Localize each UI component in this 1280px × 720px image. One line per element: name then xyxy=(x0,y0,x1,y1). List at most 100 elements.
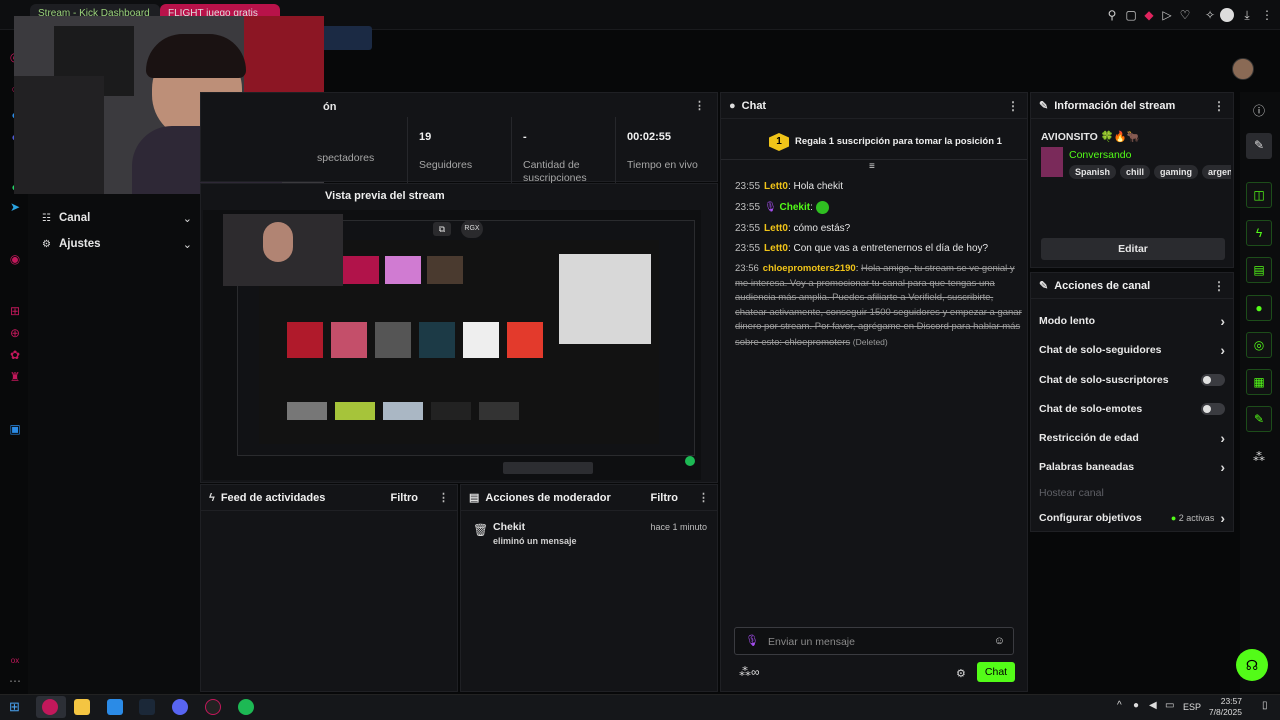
category-thumbnail xyxy=(1041,147,1063,177)
panel-title: Acciones de canal xyxy=(1054,279,1151,292)
nav-item-ajustes[interactable]: ⚙ Ajustes ⌄ xyxy=(42,235,192,253)
clock[interactable]: 23:57 7/8/2025 xyxy=(1206,696,1242,718)
filter-button[interactable]: Filtro xyxy=(391,492,419,504)
camera-icon[interactable]: ◫ xyxy=(1246,182,1272,208)
steam-icon[interactable] xyxy=(139,699,155,715)
windows-start-icon[interactable]: ⊞ xyxy=(9,699,25,715)
edit-button[interactable]: Editar xyxy=(1041,238,1225,260)
stream-video[interactable]: ⧉ RGX xyxy=(203,210,701,480)
notification-icon[interactable]: ▯ xyxy=(1262,700,1268,711)
emotes-only-toggle[interactable] xyxy=(1201,403,1225,415)
mic-icon[interactable]: ● xyxy=(1133,700,1139,711)
chat-input[interactable]: 🎙 Enviar un mensaje ☺ xyxy=(734,627,1014,655)
document-icon[interactable]: ▤ xyxy=(1246,257,1272,283)
gift-banner[interactable]: Regala 1 suscripción para tomar la posic… xyxy=(795,136,1002,147)
lightning-icon[interactable]: ϟ xyxy=(1246,220,1272,246)
kebab-icon[interactable]: ⋮ xyxy=(438,491,449,504)
tray-chevron-icon[interactable]: ^ xyxy=(1117,700,1122,711)
nav-item-canal[interactable]: ☷ Canal ⌄ xyxy=(42,209,192,227)
support-icon[interactable]: ☊ xyxy=(1236,649,1268,681)
screenshot-icon[interactable]: ▢ xyxy=(1124,8,1138,22)
heart-icon[interactable]: ♡ xyxy=(1178,8,1192,22)
opera-icon[interactable] xyxy=(42,699,58,715)
filter-button[interactable]: Filtro xyxy=(651,492,679,504)
category-name[interactable]: Conversando xyxy=(1069,149,1131,161)
album-row xyxy=(287,402,557,420)
emoji-icon[interactable]: ☺ xyxy=(994,635,1005,647)
kebab-icon[interactable]: ⋮ xyxy=(698,491,709,504)
popout-icon[interactable]: ⧉ xyxy=(433,222,451,236)
app-icon[interactable]: ⊞ xyxy=(8,304,22,318)
app-icon[interactable]: ▣ xyxy=(8,422,22,436)
stat-live-time: 00:02:55 Tiempo en vivo xyxy=(617,93,717,183)
info-icon[interactable]: ⓘ xyxy=(1253,102,1265,119)
discord-icon[interactable] xyxy=(172,699,188,715)
age-restriction-row[interactable]: Restricción de edad › xyxy=(1039,428,1225,448)
banned-words-row[interactable]: Palabras baneadas › xyxy=(1039,457,1225,477)
broadcast-icon[interactable]: ◎ xyxy=(1246,332,1272,358)
language-indicator[interactable]: ESP xyxy=(1183,702,1201,712)
collapse-icon[interactable]: ≡ xyxy=(869,161,875,172)
store-icon[interactable] xyxy=(107,699,123,715)
chat-message-deleted[interactable]: 23:56 chloepromoters2190: Hola amigo, tu … xyxy=(735,262,1025,351)
stream-title: AVIONSITO 🍀🔥🐂 xyxy=(1041,131,1140,143)
network-icon[interactable]: ▭ xyxy=(1165,700,1174,711)
overlay-badge: RGX xyxy=(461,220,483,238)
app-icon[interactable]: ✿ xyxy=(8,348,22,362)
pencil-icon[interactable]: ✎ xyxy=(1246,133,1272,159)
pocket-icon[interactable]: ◆ xyxy=(1142,8,1156,22)
chat-message[interactable]: 23:55 Lett0: Hola chekit xyxy=(735,179,1025,194)
chat-message[interactable]: 23:55 Lett0: cómo estás? xyxy=(735,221,1025,236)
stat-label: Tiempo en vivo xyxy=(627,159,698,171)
app-icon[interactable]: ◉ xyxy=(8,252,22,266)
layout-icon[interactable]: ▦ xyxy=(1246,369,1272,395)
subscribers-only-toggle[interactable] xyxy=(1201,374,1225,386)
play-icon[interactable]: ▷ xyxy=(1160,8,1174,22)
chat-message[interactable]: 23:55 🎙 Chekit: xyxy=(735,200,1025,215)
moderator-actions-panel: ▤ Acciones de moderador Filtro ⋮ 🗑 Cheki… xyxy=(460,484,718,692)
subscribers-only-row[interactable]: Chat de solo-suscriptores xyxy=(1039,370,1225,390)
volume-icon[interactable]: ◀ xyxy=(1149,700,1157,711)
lightning-icon: ϟ xyxy=(209,491,215,504)
chevron-right-icon: › xyxy=(1220,342,1225,358)
gear-icon[interactable]: ⚙ xyxy=(956,667,966,680)
mic-icon: 🎙 xyxy=(745,635,759,647)
points-icon[interactable]: ⁂ xyxy=(1253,450,1265,464)
kebab-icon[interactable]: ⋮ xyxy=(1007,99,1019,113)
folder-icon[interactable] xyxy=(74,699,90,715)
app-icon[interactable]: ⊕ xyxy=(8,326,22,340)
app-icon[interactable]: ox xyxy=(8,654,22,668)
kebab-icon[interactable]: ⋮ xyxy=(1213,279,1225,293)
tag: Spanish xyxy=(1069,165,1117,179)
chat-bubble-icon[interactable]: ● xyxy=(1246,295,1272,321)
points-icon[interactable]: ⁂∞ xyxy=(739,665,760,679)
followers-only-row[interactable]: Chat de solo-seguidores › xyxy=(1039,340,1225,360)
kebab-icon[interactable]: ⋮ xyxy=(1213,99,1225,113)
pin-icon[interactable]: ⚲ xyxy=(1105,8,1119,22)
stat-viewers: spectadores xyxy=(307,93,407,183)
stat-label: Cantidad de suscripciones xyxy=(523,159,587,184)
chevron-right-icon: › xyxy=(1220,459,1225,475)
user-avatar[interactable] xyxy=(1232,58,1254,80)
slow-mode-row[interactable]: Modo lento › xyxy=(1039,311,1225,331)
download-icon[interactable]: ⤓ xyxy=(1240,8,1254,22)
wrench-icon[interactable]: ✎ xyxy=(1246,406,1272,432)
more-icon[interactable]: ⋯ xyxy=(8,674,22,688)
goals-row[interactable]: Configurar objetivos ● 2 activas › xyxy=(1039,508,1225,528)
menu-icon[interactable]: ⋮ xyxy=(1260,8,1274,22)
app-icon[interactable]: ♜ xyxy=(8,370,22,384)
telegram-icon[interactable]: ➤ xyxy=(8,200,22,214)
chat-message[interactable]: 23:55 Lett0: Con que vas a entretenernos … xyxy=(735,241,1025,256)
chat-panel: ● Chat ⋮ 1 Regala 1 suscripción para tom… xyxy=(720,92,1028,714)
spotify-icon[interactable] xyxy=(238,699,254,715)
right-rail: ⓘ ✎ ◫ ϟ ▤ ● ◎ ▦ ✎ ⁂ ☊ xyxy=(1236,92,1280,692)
address-bar[interactable] xyxy=(320,26,372,50)
send-chat-button[interactable]: Chat xyxy=(977,662,1015,682)
wrench-icon: ✎ xyxy=(1039,100,1049,112)
obs-icon[interactable] xyxy=(205,699,221,715)
emotes-only-row[interactable]: Chat de solo-emotes xyxy=(1039,399,1225,419)
host-channel-row: Hostear canal xyxy=(1039,487,1104,499)
profile-icon[interactable] xyxy=(1220,8,1234,22)
extensions-icon[interactable]: ✧ xyxy=(1203,8,1217,22)
panel-title: Vista previa del stream xyxy=(325,190,445,202)
